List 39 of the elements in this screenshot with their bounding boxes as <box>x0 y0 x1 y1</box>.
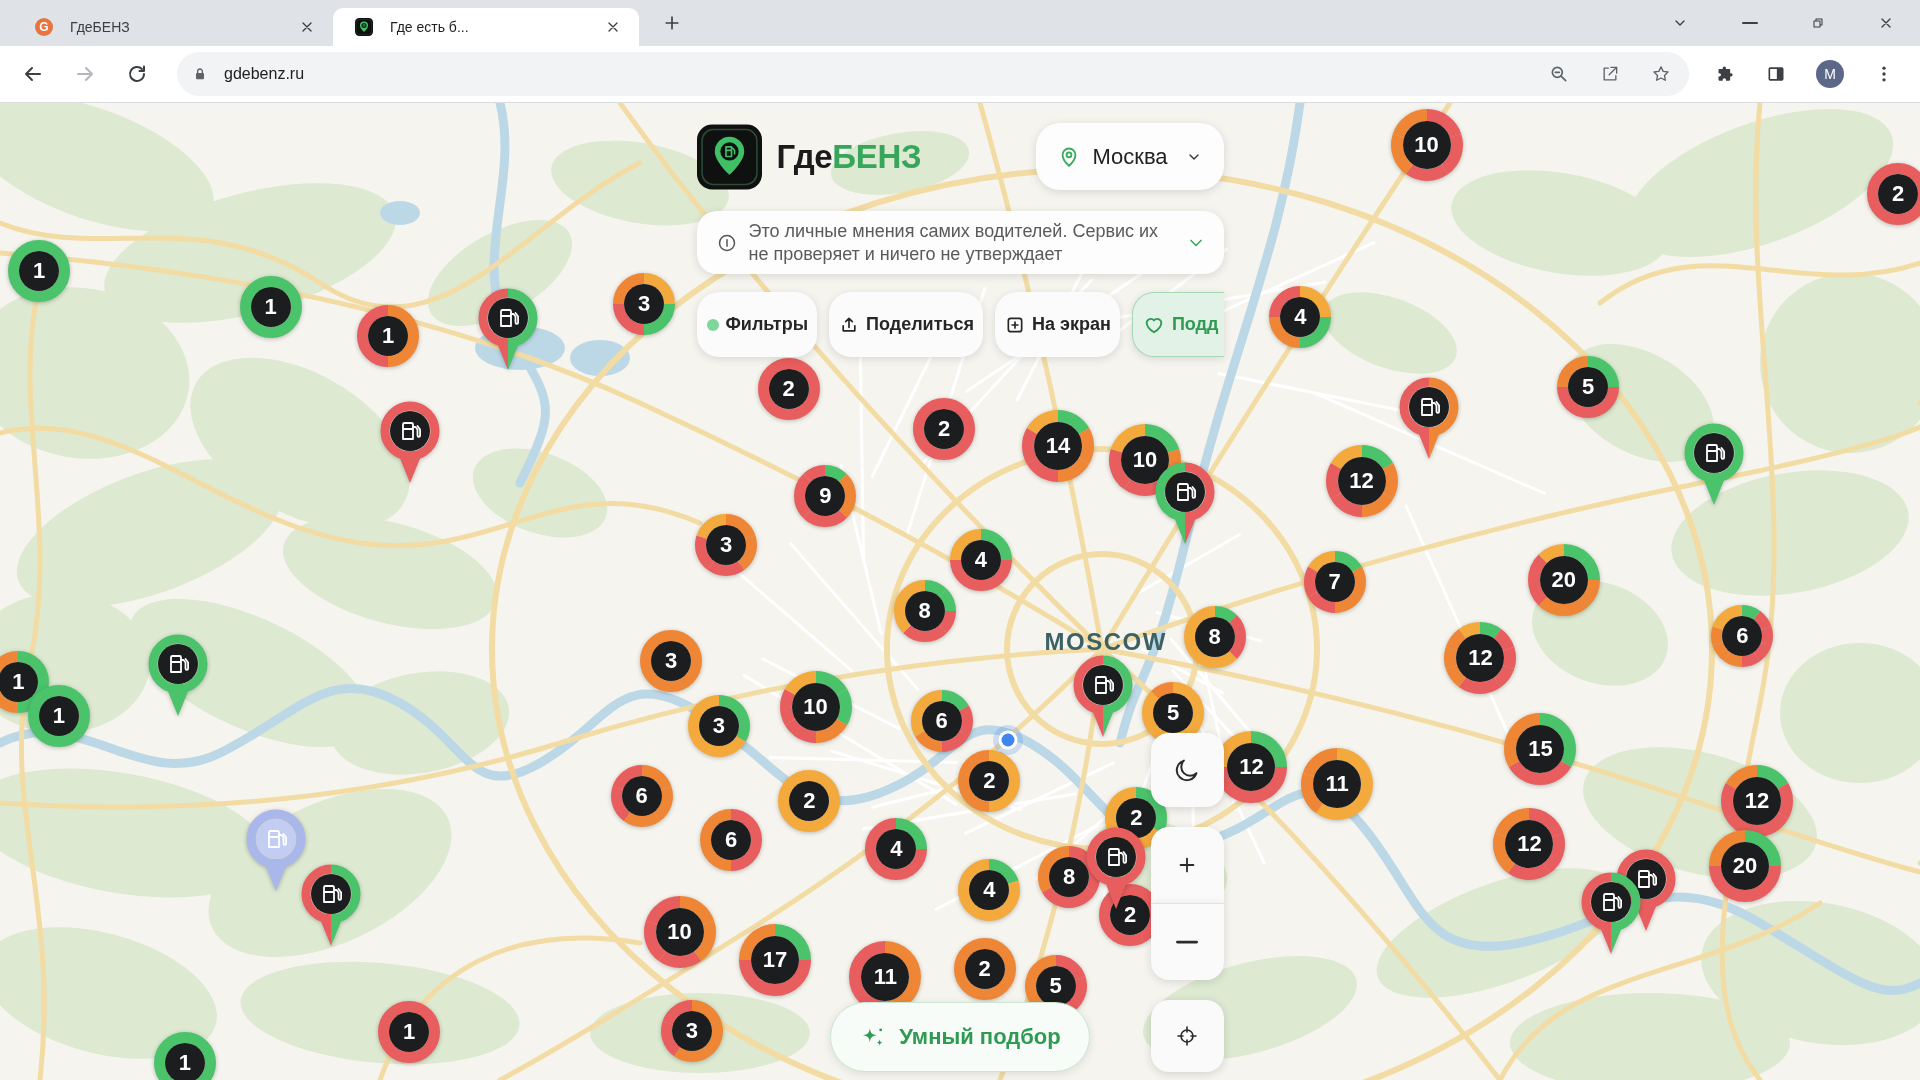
map-label: MOSCOW <box>1044 629 1167 654</box>
tab-favicon: G <box>35 18 53 36</box>
restore-icon[interactable] <box>1810 15 1826 31</box>
status-dot-icon <box>706 318 719 331</box>
fuel-pump-icon[interactable] <box>1409 386 1449 427</box>
zoom-out-icon[interactable] <box>1549 64 1569 84</box>
app-logo-icon <box>355 18 373 36</box>
browser-tab[interactable]: Где есть б... <box>333 8 639 46</box>
minus-icon <box>1176 939 1198 945</box>
side-panel-icon[interactable] <box>1766 64 1786 84</box>
notice-text: Это личные мнения самих водителей. Сервис их не проверяет и ничего не утверждает <box>748 219 1160 266</box>
lake <box>570 340 630 376</box>
location-dot-icon <box>992 724 1023 755</box>
profile-avatar[interactable]: M <box>1816 60 1844 88</box>
minimize-icon[interactable] <box>1742 21 1758 25</box>
fuel-pump-icon[interactable] <box>157 643 198 684</box>
info-icon <box>716 232 737 253</box>
lake <box>380 201 420 225</box>
city-selector[interactable]: Москва <box>1035 123 1224 190</box>
fuel-pump-icon[interactable] <box>390 411 431 451</box>
fuel-pump-icon[interactable] <box>310 873 351 914</box>
fuel-pump-icon[interactable] <box>1694 433 1735 474</box>
puzzle-icon[interactable] <box>1716 64 1736 84</box>
add-to-screen-button[interactable]: На экран <box>995 292 1120 357</box>
brand-title: ГдеБЕНЗ <box>776 137 922 176</box>
fuel-pump-icon[interactable] <box>1165 472 1206 513</box>
share-button[interactable]: Поделиться <box>829 292 984 357</box>
star-icon[interactable] <box>1651 64 1671 84</box>
filters-button[interactable]: Фильтры <box>696 292 818 357</box>
app-logo-icon <box>696 123 762 190</box>
theme-toggle-button[interactable] <box>1150 733 1224 807</box>
crosshair-icon <box>1175 1024 1199 1048</box>
fuel-pump-icon[interactable] <box>1083 664 1124 705</box>
fuel-pump-icon[interactable] <box>1095 837 1136 878</box>
browser-tab[interactable]: G ГдеБЕНЗ <box>13 8 333 46</box>
fuel-pump-icon[interactable] <box>1625 859 1666 900</box>
address-bar[interactable]: gdebenz.ru <box>177 52 1689 96</box>
fuel-pump-icon[interactable] <box>488 298 529 339</box>
fuel-pump-icon[interactable] <box>1591 882 1632 923</box>
